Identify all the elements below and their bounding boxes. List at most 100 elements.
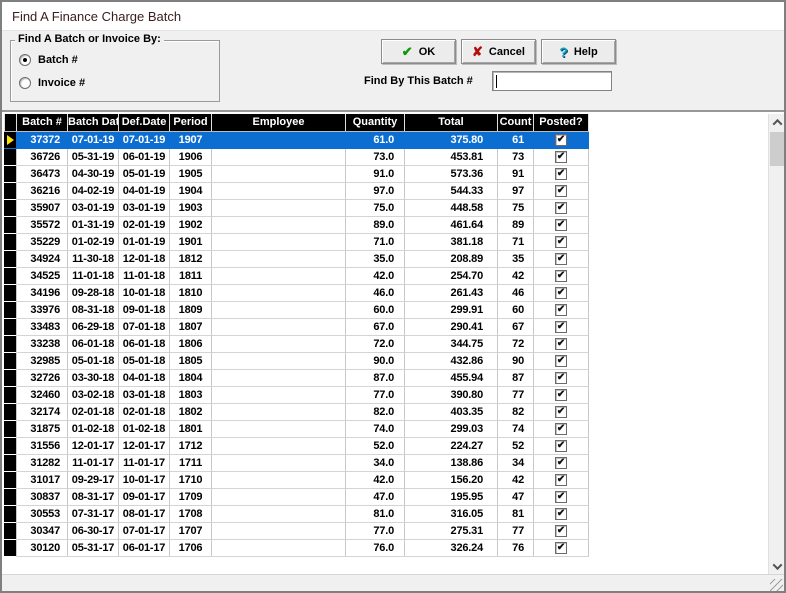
toolbar-panel: Find A Batch or Invoice By: Batch # Invo… — [2, 30, 784, 112]
column-header-total[interactable]: Total — [405, 114, 498, 131]
table-row[interactable]: 31556 12-01-17 12-01-17 1712 52.0 224.27 52 ✔ — [4, 438, 589, 455]
posted-checkbox[interactable]: ✔ — [555, 542, 567, 554]
cell-total: 224.27 — [405, 438, 498, 455]
table-row[interactable]: 31875 01-02-18 01-02-18 1801 74.0 299.03 74 ✔ — [4, 421, 589, 438]
table-row[interactable]: 37372 07-01-19 07-01-19 1907 61.0 375.80 61 ✔ — [4, 132, 589, 149]
cell-employee — [212, 438, 346, 455]
cell-count: 67 — [498, 319, 534, 336]
posted-checkbox[interactable]: ✔ — [555, 253, 567, 265]
cell-quantity: 89.0 — [346, 217, 405, 234]
column-header-period[interactable]: Period — [170, 114, 212, 131]
table-row[interactable]: 31282 11-01-17 11-01-17 1711 34.0 138.86 34 ✔ — [4, 455, 589, 472]
posted-checkbox[interactable]: ✔ — [555, 355, 567, 367]
table-row[interactable]: 34924 11-30-18 12-01-18 1812 35.0 208.89 35 ✔ — [4, 251, 589, 268]
batch-grid: Batch #Batch DateDef.DatePeriodEmployeeQ… — [4, 114, 589, 557]
cell-def-date: 11-01-18 — [119, 268, 170, 285]
posted-checkbox[interactable]: ✔ — [555, 134, 567, 146]
cell-total: 375.80 — [405, 132, 498, 149]
column-header-batch-[interactable]: Batch # — [17, 114, 68, 131]
resize-grip-icon[interactable] — [770, 579, 783, 591]
cell-total: 316.05 — [405, 506, 498, 523]
posted-checkbox[interactable]: ✔ — [555, 389, 567, 401]
vertical-scrollbar[interactable] — [768, 114, 784, 574]
scroll-up-button[interactable] — [769, 114, 784, 130]
posted-checkbox[interactable]: ✔ — [555, 270, 567, 282]
help-button[interactable]: ? Help — [541, 39, 616, 64]
table-row[interactable]: 35229 01-02-19 01-01-19 1901 71.0 381.18 71 ✔ — [4, 234, 589, 251]
posted-checkbox[interactable]: ✔ — [555, 457, 567, 469]
table-row[interactable]: 32726 03-30-18 04-01-18 1804 87.0 455.94 87 ✔ — [4, 370, 589, 387]
column-header-employee[interactable]: Employee — [212, 114, 346, 131]
cell-period: 1804 — [170, 370, 212, 387]
radio-batch-number[interactable]: Batch # — [19, 54, 78, 66]
posted-checkbox[interactable]: ✔ — [555, 202, 567, 214]
cell-posted: ✔ — [534, 353, 589, 370]
column-header-count[interactable]: Count — [498, 114, 534, 131]
radio-button-icon[interactable] — [19, 77, 31, 89]
posted-checkbox[interactable]: ✔ — [555, 168, 567, 180]
column-header-posted-[interactable]: Posted? — [534, 114, 589, 131]
cell-employee — [212, 540, 346, 557]
posted-checkbox[interactable]: ✔ — [555, 338, 567, 350]
cell-batch-date: 08-31-17 — [68, 489, 119, 506]
cell-batch: 36726 — [17, 149, 68, 166]
table-row[interactable]: 33483 06-29-18 07-01-18 1807 67.0 290.41 67 ✔ — [4, 319, 589, 336]
cell-total: 573.36 — [405, 166, 498, 183]
posted-checkbox[interactable]: ✔ — [555, 406, 567, 418]
table-row[interactable]: 30120 05-31-17 06-01-17 1706 76.0 326.24 76 ✔ — [4, 540, 589, 557]
table-row[interactable]: 36726 05-31-19 06-01-19 1906 73.0 453.81 73 ✔ — [4, 149, 589, 166]
ok-button[interactable]: ✔ OK — [381, 39, 456, 64]
posted-checkbox[interactable]: ✔ — [555, 321, 567, 333]
table-row[interactable]: 35907 03-01-19 03-01-19 1903 75.0 448.58 75 ✔ — [4, 200, 589, 217]
table-row[interactable]: 33238 06-01-18 06-01-18 1806 72.0 344.75 72 ✔ — [4, 336, 589, 353]
posted-checkbox[interactable]: ✔ — [555, 423, 567, 435]
table-row[interactable]: 31017 09-29-17 10-01-17 1710 42.0 156.20 42 ✔ — [4, 472, 589, 489]
radio-invoice-number[interactable]: Invoice # — [19, 77, 85, 89]
batch-grid-area: Batch #Batch DateDef.DatePeriodEmployeeQ… — [2, 114, 784, 574]
posted-checkbox[interactable]: ✔ — [555, 185, 567, 197]
table-row[interactable]: 34525 11-01-18 11-01-18 1811 42.0 254.70 42 ✔ — [4, 268, 589, 285]
table-row[interactable]: 30347 06-30-17 07-01-17 1707 77.0 275.31 77 ✔ — [4, 523, 589, 540]
radio-batch-label: Batch # — [38, 54, 78, 66]
table-row[interactable]: 33976 08-31-18 09-01-18 1809 60.0 299.91 60 ✔ — [4, 302, 589, 319]
cell-total: 156.20 — [405, 472, 498, 489]
cell-period: 1907 — [170, 132, 212, 149]
posted-checkbox[interactable]: ✔ — [555, 219, 567, 231]
table-row[interactable]: 30837 08-31-17 09-01-17 1709 47.0 195.95 47 ✔ — [4, 489, 589, 506]
posted-checkbox[interactable]: ✔ — [555, 474, 567, 486]
posted-checkbox[interactable]: ✔ — [555, 304, 567, 316]
cell-posted: ✔ — [534, 540, 589, 557]
table-row[interactable]: 36473 04-30-19 05-01-19 1905 91.0 573.36 91 ✔ — [4, 166, 589, 183]
cancel-button[interactable]: ✘ Cancel — [461, 39, 536, 64]
cell-period: 1903 — [170, 200, 212, 217]
table-row[interactable]: 36216 04-02-19 04-01-19 1904 97.0 544.33 97 ✔ — [4, 183, 589, 200]
scroll-down-button[interactable] — [769, 558, 784, 574]
row-indicator-cell — [4, 353, 17, 370]
find-batch-input[interactable] — [492, 71, 612, 91]
cell-batch: 33976 — [17, 302, 68, 319]
posted-checkbox[interactable]: ✔ — [555, 372, 567, 384]
column-header-quantity[interactable]: Quantity — [346, 114, 405, 131]
posted-checkbox[interactable]: ✔ — [555, 287, 567, 299]
table-row[interactable]: 35572 01-31-19 02-01-19 1902 89.0 461.64 89 ✔ — [4, 217, 589, 234]
radio-button-icon[interactable] — [19, 54, 31, 66]
posted-checkbox[interactable]: ✔ — [555, 508, 567, 520]
scrollbar-thumb[interactable] — [770, 132, 784, 166]
posted-checkbox[interactable]: ✔ — [555, 491, 567, 503]
table-row[interactable]: 34196 09-28-18 10-01-18 1810 46.0 261.43 46 ✔ — [4, 285, 589, 302]
column-header-def-date[interactable]: Def.Date — [119, 114, 170, 131]
cell-def-date: 03-01-19 — [119, 200, 170, 217]
cell-def-date: 05-01-18 — [119, 353, 170, 370]
table-row[interactable]: 32460 03-02-18 03-01-18 1803 77.0 390.80 77 ✔ — [4, 387, 589, 404]
cell-batch-date: 03-02-18 — [68, 387, 119, 404]
posted-checkbox[interactable]: ✔ — [555, 440, 567, 452]
posted-checkbox[interactable]: ✔ — [555, 525, 567, 537]
table-row[interactable]: 30553 07-31-17 08-01-17 1708 81.0 316.05 81 ✔ — [4, 506, 589, 523]
table-row[interactable]: 32174 02-01-18 02-01-18 1802 82.0 403.35 82 ✔ — [4, 404, 589, 421]
cell-batch: 31017 — [17, 472, 68, 489]
posted-checkbox[interactable]: ✔ — [555, 236, 567, 248]
column-header-batch-date[interactable]: Batch Date — [68, 114, 119, 131]
cell-period: 1905 — [170, 166, 212, 183]
table-row[interactable]: 32985 05-01-18 05-01-18 1805 90.0 432.86 90 ✔ — [4, 353, 589, 370]
posted-checkbox[interactable]: ✔ — [555, 151, 567, 163]
